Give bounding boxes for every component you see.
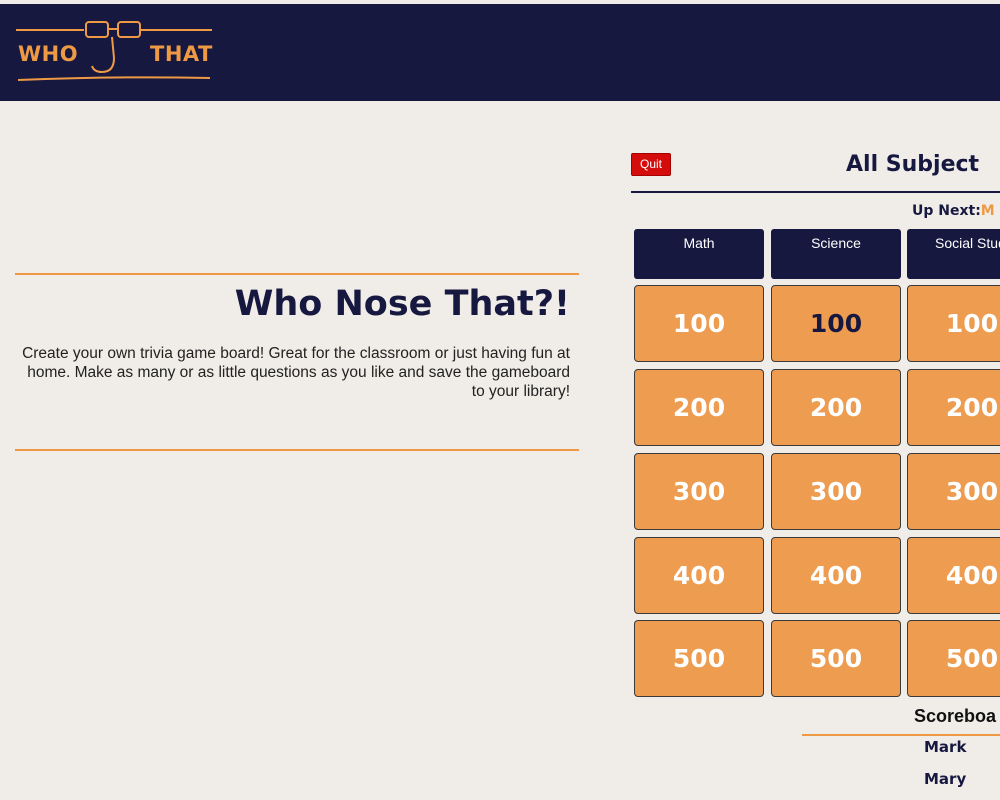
who-nose-that-logo[interactable]: WHO THAT xyxy=(14,18,224,88)
scoreboard-title: Scoreboa xyxy=(914,706,997,726)
question-tile[interactable]: 400 xyxy=(771,537,901,614)
top-navbar: WHO THAT xyxy=(0,4,1000,101)
gameboard-title: All Subject xyxy=(846,152,980,177)
logo-word-who: WHO xyxy=(18,42,79,66)
question-tile[interactable]: 100 xyxy=(907,285,1000,362)
question-tile[interactable]: 300 xyxy=(907,453,1000,530)
question-tile[interactable]: 500 xyxy=(771,620,901,697)
question-tile[interactable]: 200 xyxy=(634,369,764,446)
hero-title: Who Nose That?! xyxy=(234,284,570,324)
question-tile[interactable]: 300 xyxy=(771,453,901,530)
quit-button[interactable]: Quit xyxy=(631,153,671,176)
hero-bottom-divider xyxy=(15,449,579,451)
question-tile[interactable]: 400 xyxy=(634,537,764,614)
gameboard-title-divider xyxy=(631,191,1000,193)
category-header-math: Math xyxy=(634,229,764,279)
up-next-indicator: Up Next:M xyxy=(912,203,995,219)
hero-top-divider xyxy=(15,273,579,275)
question-tile[interactable]: 100 xyxy=(634,285,764,362)
scoreboard-player: Mark xyxy=(924,738,967,756)
category-header-science: Science xyxy=(771,229,901,279)
question-tile[interactable]: 200 xyxy=(771,369,901,446)
question-tile[interactable]: 300 xyxy=(634,453,764,530)
question-tile[interactable]: 500 xyxy=(907,620,1000,697)
category-header-social-studies: Social Studi xyxy=(907,229,1000,279)
question-tile[interactable]: 100 xyxy=(771,285,901,362)
up-next-label: Up Next: xyxy=(912,203,981,219)
logo-word-that: THAT xyxy=(150,42,213,66)
scoreboard-player: Mary xyxy=(924,770,967,788)
hero-description: Create your own trivia game board! Great… xyxy=(22,345,570,400)
question-tile[interactable]: 400 xyxy=(907,537,1000,614)
question-tile[interactable]: 500 xyxy=(634,620,764,697)
scoreboard-divider xyxy=(802,734,1000,736)
up-next-player: M xyxy=(980,203,995,219)
question-tile[interactable]: 200 xyxy=(907,369,1000,446)
